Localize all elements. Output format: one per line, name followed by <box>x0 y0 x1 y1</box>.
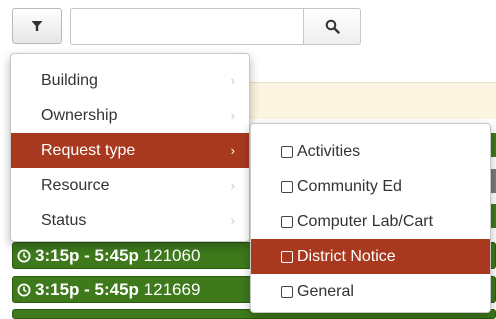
menu-item-label: Request type <box>41 142 136 159</box>
submenu-item-label: Activities <box>297 143 361 160</box>
chevron-right-icon: › <box>230 73 235 88</box>
search-input[interactable] <box>70 8 304 45</box>
checkbox[interactable] <box>281 180 293 193</box>
chevron-right-icon: › <box>230 213 235 228</box>
chevron-right-icon: › <box>230 143 235 158</box>
chevron-right-icon: › <box>230 178 235 193</box>
submenu-item-computer-lab-cart[interactable]: Computer Lab/Cart <box>251 204 490 239</box>
calendar-day-banner <box>248 82 496 119</box>
event-time: 3:15p - 5:45p <box>35 246 139 265</box>
menu-item-label: Building <box>41 72 98 89</box>
checkbox[interactable] <box>281 285 293 298</box>
menu-item-label: Status <box>41 212 87 229</box>
submenu-item-community-ed[interactable]: Community Ed <box>251 169 490 204</box>
submenu-item-activities[interactable]: Activities <box>251 134 490 169</box>
menu-item-building[interactable]: Building › <box>11 63 249 98</box>
menu-item-label: Resource <box>41 177 110 194</box>
submenu-item-label: District Notice <box>297 248 396 265</box>
menu-item-status[interactable]: Status › <box>11 203 249 238</box>
request-type-submenu: Activities Community Ed Computer Lab/Car… <box>250 123 491 313</box>
clock-icon <box>17 283 31 297</box>
submenu-item-label: General <box>297 283 354 300</box>
checkbox[interactable] <box>281 145 293 158</box>
submenu-item-district-notice[interactable]: District Notice <box>251 239 490 274</box>
menu-item-resource[interactable]: Resource › <box>11 168 249 203</box>
magnifier-icon <box>325 19 340 34</box>
submenu-item-general[interactable]: General <box>251 274 490 309</box>
chevron-right-icon: › <box>230 108 235 123</box>
event-code: 121669 <box>143 280 201 299</box>
checkbox[interactable] <box>281 250 293 263</box>
clock-icon <box>17 249 31 263</box>
filter-icon <box>31 21 43 31</box>
menu-item-label: Ownership <box>41 107 118 124</box>
submenu-item-label: Computer Lab/Cart <box>297 213 434 230</box>
submenu-item-label: Community Ed <box>297 178 402 195</box>
menu-item-ownership[interactable]: Ownership › <box>11 98 249 133</box>
filter-button[interactable] <box>12 8 62 44</box>
checkbox[interactable] <box>281 215 293 228</box>
event-time: 3:15p - 5:45p <box>35 280 139 299</box>
search-button[interactable] <box>303 8 361 45</box>
event-code: 121060 <box>143 246 201 265</box>
menu-item-request-type[interactable]: Request type › <box>11 133 249 168</box>
filter-menu: Building › Ownership › Request type › Re… <box>10 53 250 242</box>
